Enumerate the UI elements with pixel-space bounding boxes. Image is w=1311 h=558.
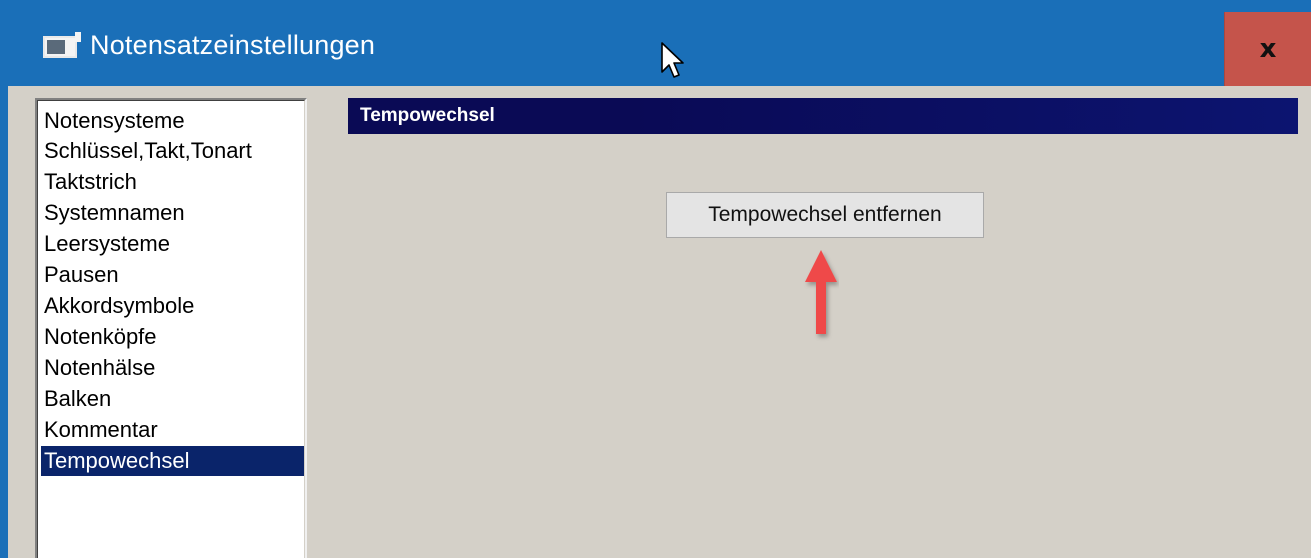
- list-item-leersysteme[interactable]: Leersysteme: [41, 229, 304, 259]
- annotation-arrow-icon: [805, 250, 837, 334]
- list-item-notenhaelse[interactable]: Notenhälse: [41, 353, 304, 383]
- list-item-notensysteme[interactable]: Notensysteme: [41, 106, 304, 136]
- list-item-tempowechsel[interactable]: Tempowechsel: [41, 446, 304, 476]
- app-icon: [43, 32, 81, 58]
- list-item-pausen[interactable]: Pausen: [41, 260, 304, 290]
- dialog-content: Notensysteme Schlüssel,Takt,Tonart Takts…: [8, 86, 1311, 558]
- close-button[interactable]: x: [1224, 12, 1311, 86]
- title-bar[interactable]: Notensatzeinstellungen x: [0, 0, 1311, 86]
- settings-dialog: Notensatzeinstellungen x Notensysteme Sc…: [0, 0, 1311, 558]
- list-item-systemnamen[interactable]: Systemnamen: [41, 198, 304, 228]
- remove-tempo-change-button[interactable]: Tempowechsel entfernen: [666, 192, 984, 238]
- list-item-taktstrich[interactable]: Taktstrich: [41, 167, 304, 197]
- list-item-notenkoepfe[interactable]: Notenköpfe: [41, 322, 304, 352]
- section-title: Tempowechsel: [348, 98, 1298, 134]
- list-item-balken[interactable]: Balken: [41, 384, 304, 414]
- list-item-schluessel[interactable]: Schlüssel,Takt,Tonart: [41, 136, 304, 166]
- window-title: Notensatzeinstellungen: [90, 30, 376, 60]
- list-item-akkordsymbole[interactable]: Akkordsymbole: [41, 291, 304, 321]
- list-item-kommentar[interactable]: Kommentar: [41, 415, 304, 445]
- category-list[interactable]: Notensysteme Schlüssel,Takt,Tonart Takts…: [35, 98, 307, 558]
- close-icon: x: [1259, 34, 1277, 64]
- mouse-cursor-icon: [661, 42, 684, 78]
